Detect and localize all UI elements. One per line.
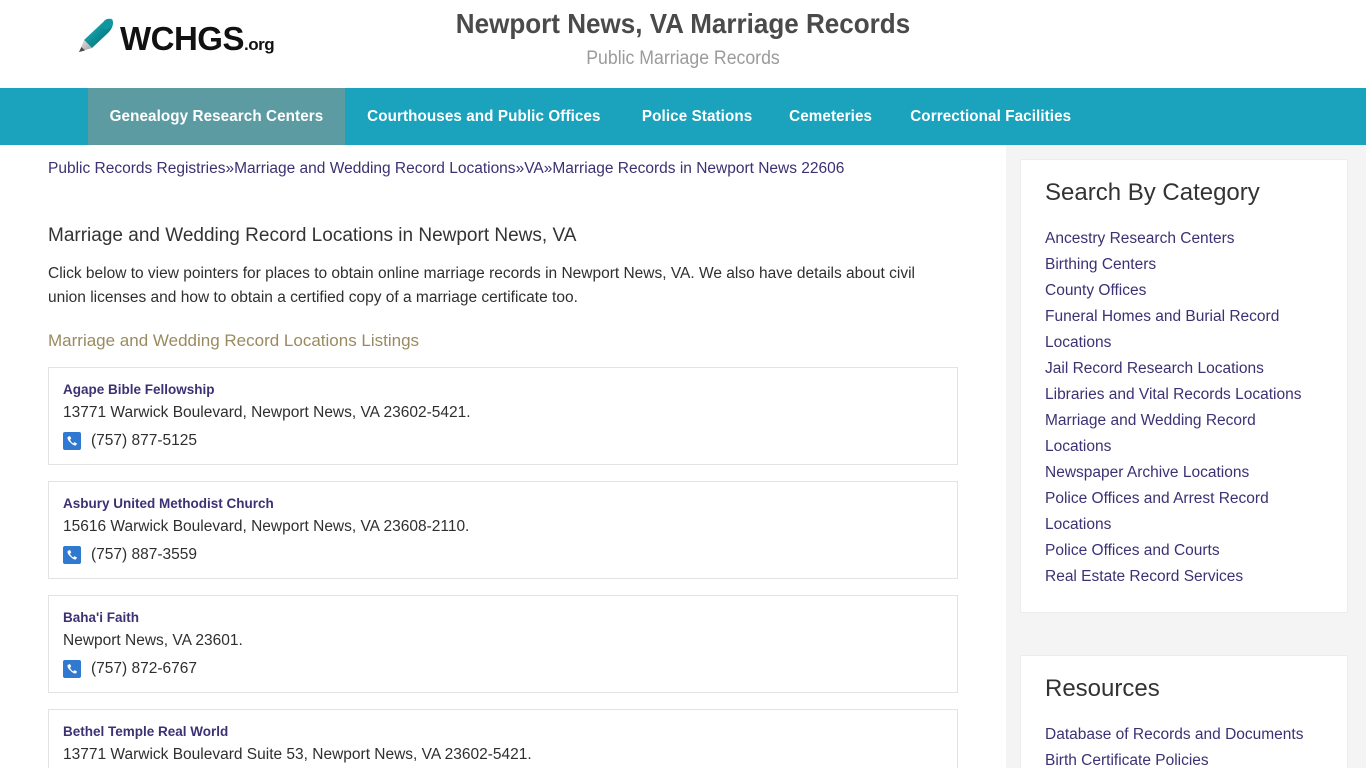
page-body: Public Records Registries»Marriage and W… [0,145,1366,768]
list-item: Jail Record Research Locations [1045,356,1323,382]
list-item: Database of Records and Documents [1045,722,1323,748]
category-link-ancestry-research-centers[interactable]: Ancestry Research Centers [1045,226,1323,252]
category-link-funeral-homes-and-burial-record-locations[interactable]: Funeral Homes and Burial Record Location… [1045,304,1323,356]
breadcrumb: Public Records Registries»Marriage and W… [48,145,958,180]
main-content: Public Records Registries»Marriage and W… [0,145,1006,768]
breadcrumb-current[interactable]: Marriage Records in Newport News 22606 [552,160,844,177]
resources-title: Resources [1045,675,1160,702]
site-header: WCHGS.org Newport News, VA Marriage Reco… [0,0,1366,88]
resources-list: Database of Records and Documents Birth … [1045,722,1323,768]
list-item: Libraries and Vital Records Locations [1045,382,1323,408]
list-item: Police Offices and Arrest Record Locatio… [1045,486,1323,538]
list-item: Police Offices and Courts [1045,538,1323,564]
breadcrumb-separator: » [225,160,235,177]
phone-icon [63,660,81,678]
category-link-birthing-centers[interactable]: Birthing Centers [1045,252,1323,278]
listing-card: Baha'i Faith Newport News, VA 23601. (75… [48,595,958,693]
category-link-police-offices-and-arrest-record-locations[interactable]: Police Offices and Arrest Record Locatio… [1045,486,1323,538]
page-subtitle: Public Marriage Records [586,48,780,69]
category-list: Ancestry Research Centers Birthing Cente… [1045,226,1323,590]
list-item: Real Estate Record Services [1045,564,1323,590]
nav-item-label: Correctional Facilities [910,107,1072,125]
nav-item-genealogy-research-centers[interactable]: Genealogy Research Centers [88,88,345,145]
list-item: Ancestry Research Centers [1045,226,1323,252]
listing-address: Newport News, VA 23601. [63,632,243,649]
listing-address: 13771 Warwick Boulevard Suite 53, Newpor… [63,746,532,763]
nav-item-label: Genealogy Research Centers [109,107,324,125]
nav-item-cemeteries[interactable]: Cemeteries [771,88,890,145]
category-link-police-offices-and-courts[interactable]: Police Offices and Courts [1045,538,1323,564]
listing-card: Bethel Temple Real World 13771 Warwick B… [48,709,958,768]
section-title: Marriage and Wedding Record Locations in… [48,225,577,246]
category-link-newspaper-archive-locations[interactable]: Newspaper Archive Locations [1045,460,1323,486]
breadcrumb-separator: » [515,160,525,177]
list-item: Birth Certificate Policies [1045,748,1323,768]
resources-panel: Resources Database of Records and Docume… [1020,655,1348,768]
resource-link-database-of-records-and-documents[interactable]: Database of Records and Documents [1045,722,1323,748]
listing-name-link[interactable]: Asbury United Methodist Church [63,494,943,514]
nav-item-label: Courthouses and Public Offices [367,107,601,125]
search-by-category-title: Search By Category [1045,179,1260,206]
listing-phone-row: (757) 877-5125 [63,431,943,451]
listing-name-link[interactable]: Bethel Temple Real World [63,722,943,742]
nav-item-label: Cemeteries [789,107,872,125]
listing-card: Agape Bible Fellowship 13771 Warwick Bou… [48,367,958,465]
list-item: County Offices [1045,278,1323,304]
intro-paragraph: Click below to view pointers for places … [48,265,915,306]
listing-name-link[interactable]: Agape Bible Fellowship [63,380,943,400]
breadcrumb-link-public-records-registries[interactable]: Public Records Registries [48,160,225,177]
nav-item-label: Police Stations [641,107,752,125]
listing-address: 15616 Warwick Boulevard, Newport News, V… [63,518,470,535]
listing-name-link[interactable]: Baha'i Faith [63,608,943,628]
category-link-jail-record-research-locations[interactable]: Jail Record Research Locations [1045,356,1323,382]
header-titles: Newport News, VA Marriage Records Public… [0,0,1366,71]
page-title: Newport News, VA Marriage Records [455,8,911,39]
phone-icon [63,432,81,450]
category-link-marriage-and-wedding-record-locations[interactable]: Marriage and Wedding Record Locations [1045,408,1323,460]
category-link-libraries-and-vital-records-locations[interactable]: Libraries and Vital Records Locations [1045,382,1323,408]
listing-address: 13771 Warwick Boulevard, Newport News, V… [63,404,471,421]
category-link-real-estate-record-services[interactable]: Real Estate Record Services [1045,564,1323,590]
resource-link-birth-certificate-policies[interactable]: Birth Certificate Policies [1045,748,1323,768]
list-item: Birthing Centers [1045,252,1323,278]
breadcrumb-link-marriage-and-wedding-record-locations[interactable]: Marriage and Wedding Record Locations [234,160,515,177]
list-item: Newspaper Archive Locations [1045,460,1323,486]
nav-item-courthouses-and-public-offices[interactable]: Courthouses and Public Offices [345,88,623,145]
list-item: Funeral Homes and Burial Record Location… [1045,304,1323,356]
listings-container: Agape Bible Fellowship 13771 Warwick Bou… [48,367,958,768]
phone-icon [63,546,81,564]
list-item: Marriage and Wedding Record Locations [1045,408,1323,460]
listing-phone: (757) 872-6767 [91,660,197,677]
listing-phone-row: (757) 887-3559 [63,545,943,565]
nav-item-correctional-facilities[interactable]: Correctional Facilities [890,88,1091,145]
breadcrumb-link-va[interactable]: VA [524,160,544,177]
sidebar: Search By Category Ancestry Research Cen… [1006,145,1366,768]
listing-card: Asbury United Methodist Church 15616 War… [48,481,958,579]
search-by-category-panel: Search By Category Ancestry Research Cen… [1020,159,1348,613]
category-link-county-offices[interactable]: County Offices [1045,278,1323,304]
listing-phone: (757) 877-5125 [91,432,197,449]
listing-phone: (757) 887-3559 [91,546,197,563]
nav-item-police-stations[interactable]: Police Stations [623,88,771,145]
main-navigation: Genealogy Research Centers Courthouses a… [0,88,1366,145]
listings-heading: Marriage and Wedding Record Locations Li… [48,331,420,350]
listing-phone-row: (757) 872-6767 [63,659,943,679]
